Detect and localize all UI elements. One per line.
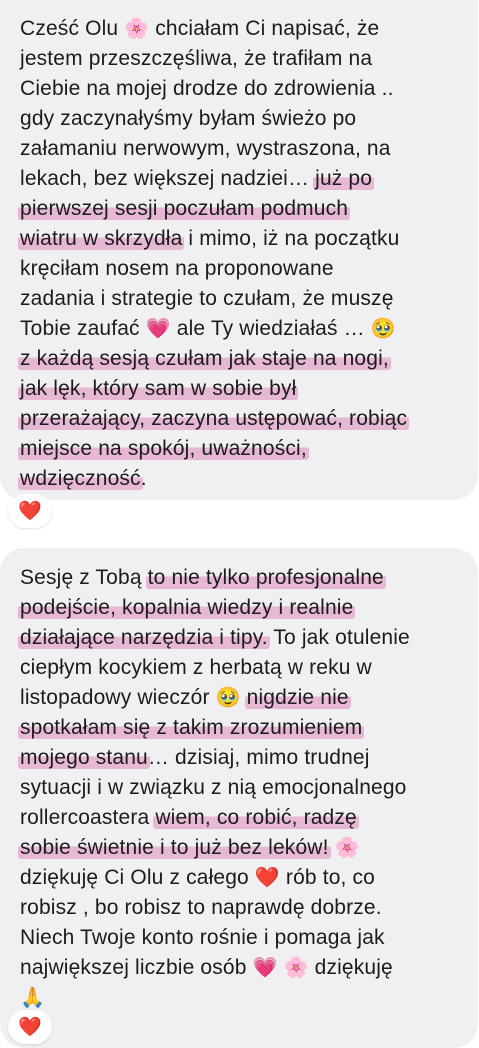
message-text-2: Sesję z Tobą to nie tylko profesjonalne p… <box>18 563 470 1013</box>
flower-emoji-icon: 🌸 <box>334 837 360 859</box>
highlighted-text: sobie świetnie i to już bez leków! <box>18 836 331 859</box>
message-text-segment: gdy zaczynałyśmy byłam świeżo po <box>20 107 357 130</box>
highlighted-text: to nie tylko profesjonalne <box>145 566 386 589</box>
message-text-segment: lekach, bez większej nadziei… <box>20 167 316 190</box>
highlighted-text: podejście, kopalnia wiedzy i realnie <box>18 596 356 619</box>
heart-emoji-icon: 💗 <box>252 957 278 979</box>
face-emoji-icon: 🥹 <box>370 318 396 340</box>
heart-emoji-icon: 💗 <box>145 318 171 340</box>
highlighted-text: jak lęk, który sam w sobie był <box>18 377 299 400</box>
message-text-segment: … dzisiaj, mimo trudnej <box>147 746 370 769</box>
message-text-segment: Cześć Olu <box>20 17 125 40</box>
highlighted-text: wiatru w skrzydła <box>18 227 185 250</box>
message-text-segment: rób to, co <box>279 866 375 889</box>
heart-icon: ❤️ <box>18 501 42 522</box>
highlighted-text: wdzięczność <box>18 467 143 490</box>
flower-emoji-icon: 🌸 <box>124 18 150 40</box>
message-text-1: Cześć Olu 🌸 chciałam Ci napisać, że jeste… <box>18 14 470 494</box>
highlighted-text: miejsce na spokój, uważności, <box>18 437 309 460</box>
message-text-segment: Sesję z Tobą <box>20 566 148 589</box>
highlighted-text: działające narzędzia i tipy. <box>18 626 270 649</box>
highlighted-text: pierwszej sesji poczułam podmuch <box>18 197 351 220</box>
highlighted-text: z każdą sesją czułam jak staje na nogi, <box>18 347 391 370</box>
highlighted-text: już po <box>313 167 375 190</box>
highlighted-text: spotkałam się z takim zrozumieniem <box>18 716 365 739</box>
flower-emoji-icon: 🌸 <box>283 957 309 979</box>
message-text-segment: dziękuję <box>308 956 393 979</box>
message-text-segment: ale Ty wiedziałaś … <box>170 317 371 340</box>
message-text-segment: Tobie zaufać <box>20 317 146 340</box>
heart-reaction-2[interactable]: ❤️ <box>8 1010 52 1044</box>
heart-reaction-1[interactable]: ❤️ <box>8 494 52 528</box>
message-text-segment: robisz , bo robisz to naprawdę dobrze. <box>20 896 382 919</box>
message-text-segment: zadania i strategie to czułam, że muszę <box>20 287 394 310</box>
message-text-segment: jestem przeszczęśliwa, że trafiłam na <box>20 47 373 70</box>
message-text-segment: To jak otulenie <box>267 626 410 649</box>
highlighted-text: przerażający, zaczyna ustępować, robiąc <box>18 407 410 430</box>
message-text-segment: sytuacji i w związku z nią emocjonalnego <box>20 776 407 799</box>
message-text-segment: załamaniu nerwowym, wystraszona, na <box>20 137 391 160</box>
message-text-segment: największej liczbie osób <box>20 956 253 979</box>
hands-emoji-icon: 🙏 <box>20 987 46 1009</box>
message-text-segment: dziękuję Ci Olu z całego <box>20 866 255 889</box>
message-text-segment: Ciebie na mojej drodze do zdrowienia .. <box>20 77 394 100</box>
heart-emoji-icon: ❤️ <box>254 867 280 889</box>
highlighted-text: wiem, co robić, radzę <box>153 806 359 829</box>
message-text-segment: i mimo, iż na początku <box>182 227 400 250</box>
face-emoji-icon: 🥹 <box>215 687 241 709</box>
message-text-segment: listopadowy wieczór <box>20 686 216 709</box>
message-text-segment: rollercoastera <box>20 806 156 829</box>
message-text-segment: Niech Twoje konto rośnie i pomaga jak <box>20 926 385 949</box>
heart-icon: ❤️ <box>18 1017 42 1038</box>
message-text-segment: kręciłam nosem na proponowane <box>20 257 334 280</box>
message-text-segment: ciepłym kocykiem z herbatą w reku w <box>20 656 372 679</box>
highlighted-text: nigdzie nie <box>244 686 351 709</box>
message-text-segment: . <box>140 467 147 490</box>
message-text-segment: chciałam Ci napisać, że <box>149 17 380 40</box>
highlighted-text: mojego stanu <box>18 746 150 769</box>
